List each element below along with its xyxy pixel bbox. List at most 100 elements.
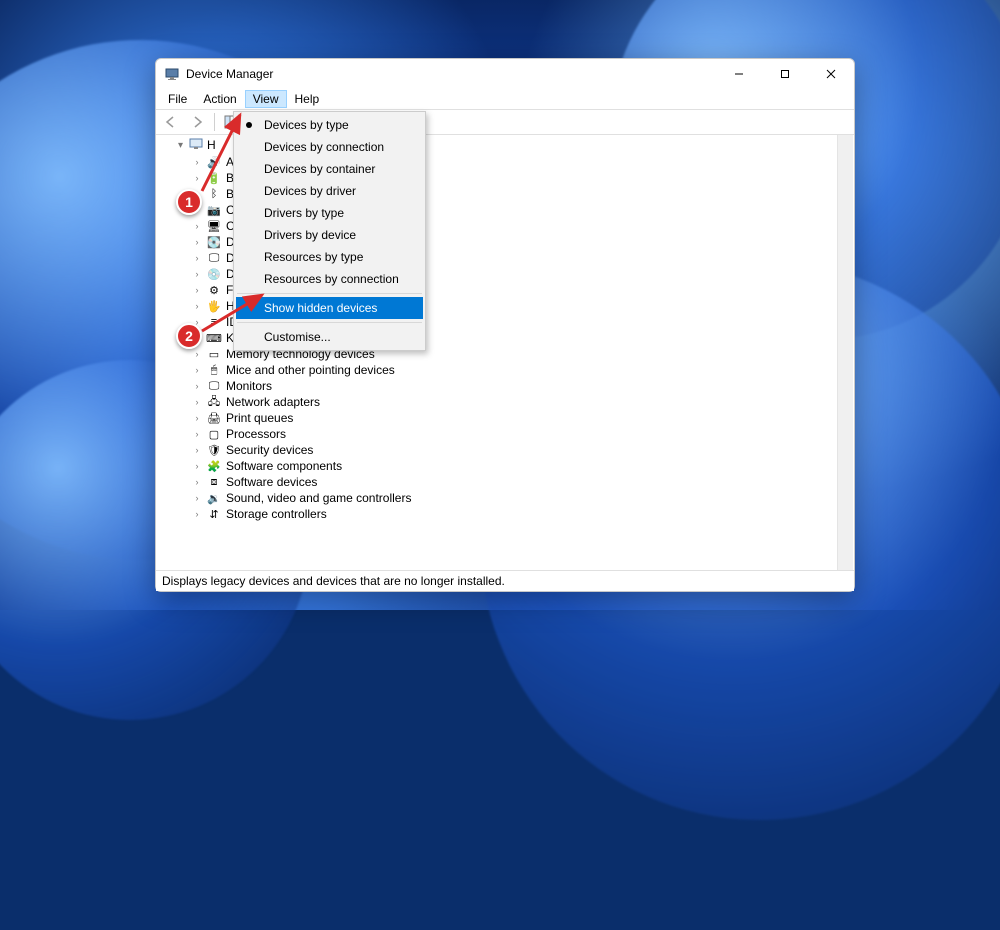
statusbar: Displays legacy devices and devices that… [156, 571, 854, 591]
tree-node[interactable]: ›🖵Monitors [192, 378, 854, 394]
menu-item[interactable]: Devices by container [236, 158, 423, 180]
tree-node[interactable]: › 🔉 Sound, video and game controllers [192, 490, 854, 506]
tree-node-label: Software components [226, 459, 342, 473]
menu-item-label: Resources by type [264, 250, 363, 264]
tree-node[interactable]: ›🖱Mice and other pointing devices [192, 362, 854, 378]
tree-node[interactable]: › 🛡 Security devices [192, 442, 854, 458]
menu-item[interactable]: Devices by connection [236, 136, 423, 158]
mouse-icon: 🖱 [206, 362, 222, 378]
firmware-icon: ⚙ [206, 282, 222, 298]
menu-item-label: Customise... [264, 330, 331, 344]
toolbar-separator [214, 113, 215, 131]
display-icon: 🖵 [206, 250, 222, 266]
chevron-right-icon: › [192, 365, 202, 375]
tree-node[interactable]: › ▢ Processors [192, 426, 854, 442]
menubar: File Action View Help [156, 89, 854, 109]
menu-item-label: Drivers by device [264, 228, 356, 242]
titlebar[interactable]: Device Manager [156, 59, 854, 89]
menu-file[interactable]: File [160, 90, 195, 108]
menu-view[interactable]: View [245, 90, 287, 108]
vertical-scrollbar[interactable] [837, 135, 853, 570]
tree-node-label: Print queues [226, 411, 293, 425]
menu-customise[interactable]: Customise... [236, 326, 423, 348]
menu-item-label: Devices by connection [264, 140, 384, 154]
chevron-right-icon: › [192, 269, 202, 279]
radio-bullet-icon [246, 122, 252, 128]
step-callout-2: 2 [176, 323, 202, 349]
keyboard-icon: ⌨ [206, 330, 222, 346]
chevron-right-icon: › [192, 413, 202, 423]
minimize-button[interactable] [716, 59, 762, 89]
chevron-right-icon: › [192, 173, 202, 183]
maximize-button[interactable] [762, 59, 808, 89]
tree-node-label: Sound, video and game controllers [226, 491, 411, 505]
chevron-right-icon: › [192, 301, 202, 311]
menu-item-label: Show hidden devices [264, 301, 377, 315]
software-dev-icon: ⧈ [206, 474, 222, 490]
menu-help[interactable]: Help [287, 90, 328, 108]
view-menu-dropdown: Devices by type Devices by connection Devi… [233, 111, 426, 351]
menu-item-label: Devices by type [264, 118, 349, 132]
ide-icon: ≡ [206, 314, 222, 330]
battery-icon: 🔋 [206, 170, 222, 186]
memory-icon: ▭ [206, 346, 222, 362]
security-icon: 🛡 [206, 442, 222, 458]
chevron-right-icon: › [192, 253, 202, 263]
network-icon: 🖧 [206, 394, 222, 410]
tree-node[interactable]: › ⧈ Software devices [192, 474, 854, 490]
menu-item[interactable]: Devices by type [236, 114, 423, 136]
close-button[interactable] [808, 59, 854, 89]
menu-action[interactable]: Action [195, 90, 244, 108]
menu-item[interactable]: Drivers by device [236, 224, 423, 246]
menu-item[interactable]: Resources by type [236, 246, 423, 268]
tree-node[interactable]: ›🖨Print queues [192, 410, 854, 426]
chevron-right-icon: › [192, 237, 202, 247]
device-manager-window: Device Manager File Action View Help [155, 58, 855, 592]
tree-node[interactable]: › 🧩 Software components [192, 458, 854, 474]
menu-item-label: Devices by container [264, 162, 375, 176]
hid-icon: 🖐 [206, 298, 222, 314]
menu-item-label: Resources by connection [264, 272, 399, 286]
menu-divider [237, 322, 422, 323]
computer-icon [189, 137, 203, 154]
disk-icon: 💽 [206, 234, 222, 250]
forward-button[interactable] [186, 111, 208, 133]
chevron-right-icon: › [192, 397, 202, 407]
step-callout-1: 1 [176, 189, 202, 215]
sound-icon: 🔉 [206, 490, 222, 506]
tree-node-label: Security devices [226, 443, 313, 457]
menu-show-hidden-devices[interactable]: Show hidden devices [236, 297, 423, 319]
status-text: Displays legacy devices and devices that… [162, 574, 505, 588]
chevron-right-icon: › [192, 477, 202, 487]
audio-icon: 🔊 [206, 154, 222, 170]
tree-root-label: H [207, 138, 216, 152]
storage-icon: ⇵ [206, 506, 222, 522]
menu-item[interactable]: Resources by connection [236, 268, 423, 290]
back-button[interactable] [160, 111, 182, 133]
chevron-right-icon: › [192, 157, 202, 167]
chevron-right-icon: › [192, 493, 202, 503]
chevron-right-icon: › [192, 349, 202, 359]
software-comp-icon: 🧩 [206, 458, 222, 474]
tree-node-label: Network adapters [226, 395, 320, 409]
tree-node[interactable]: › ⇵ Storage controllers [192, 506, 854, 522]
window-title: Device Manager [186, 67, 273, 81]
menu-item-label: Drivers by type [264, 206, 344, 220]
chevron-right-icon: › [192, 429, 202, 439]
menu-item-label: Devices by driver [264, 184, 356, 198]
chevron-right-icon: › [192, 285, 202, 295]
app-icon [164, 66, 180, 82]
tree-node[interactable]: › 🖧 Network adapters [192, 394, 854, 410]
chevron-right-icon: › [192, 445, 202, 455]
chevron-down-icon: ▾ [178, 140, 183, 151]
processor-icon: ▢ [206, 426, 222, 442]
tree-node-label: Storage controllers [226, 507, 327, 521]
menu-item[interactable]: Devices by driver [236, 180, 423, 202]
tree-node-label: Processors [226, 427, 286, 441]
menu-item[interactable]: Drivers by type [236, 202, 423, 224]
menu-divider [237, 293, 422, 294]
chevron-right-icon: › [192, 509, 202, 519]
computer-icon: 🖥 [206, 218, 222, 234]
chevron-right-icon: › [192, 461, 202, 471]
tree-node-label: Software devices [226, 475, 317, 489]
